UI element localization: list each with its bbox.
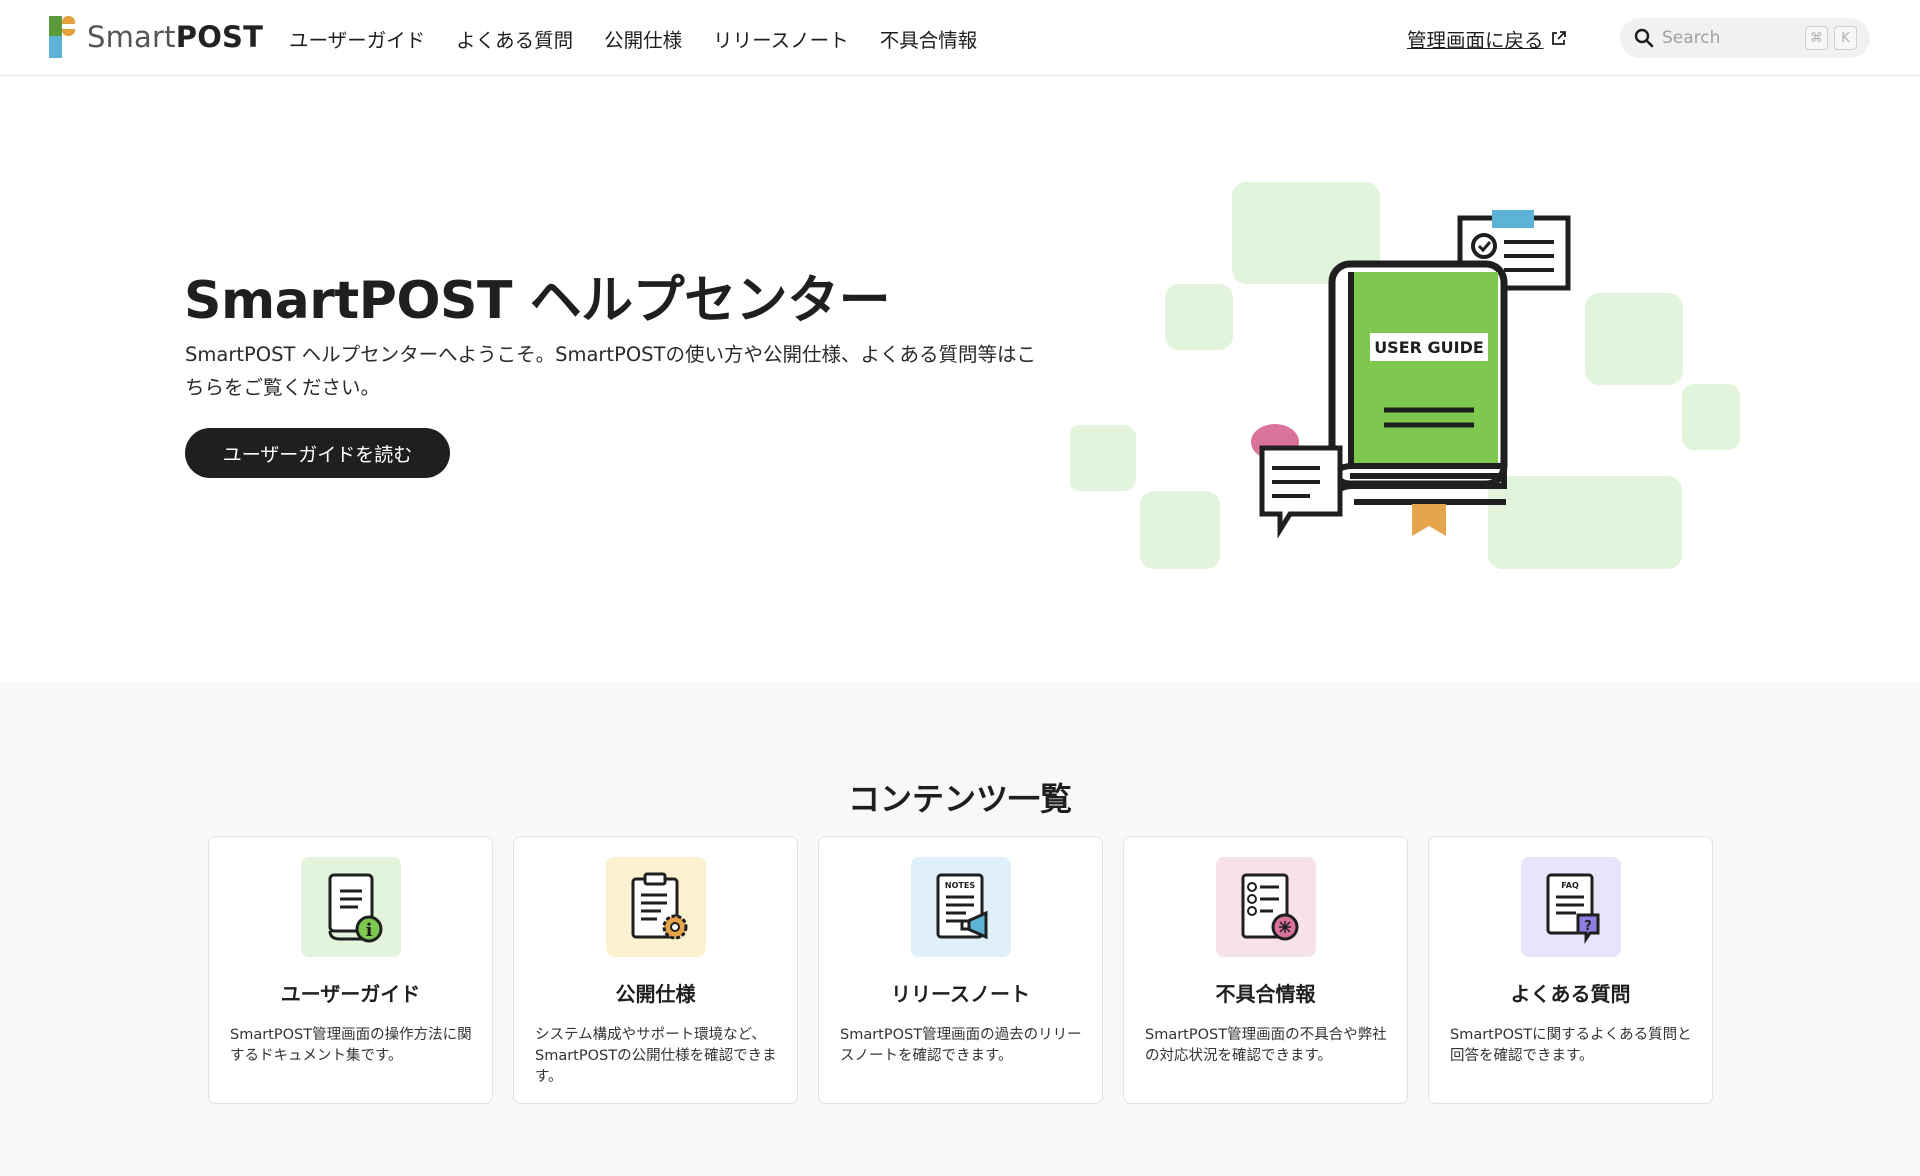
search-icon (1634, 28, 1654, 48)
card-description: SmartPOST管理画面の過去のリリースノートを確認できます。 (840, 1027, 1082, 1064)
svg-text:?: ? (1584, 919, 1592, 934)
smartpost-logo-icon (49, 16, 75, 58)
user-guide-book-icon: i (301, 857, 401, 957)
logo-text-light: Smart (87, 20, 176, 54)
card-title: 不具合情報 (1215, 982, 1316, 1006)
search-input[interactable] (1662, 28, 1792, 48)
nav-public-spec[interactable]: 公開仕様 (604, 24, 682, 53)
card-title: リリースノート (891, 982, 1030, 1006)
contents-title: コンテンツ一覧 (847, 780, 1072, 818)
svg-text:i: i (366, 920, 373, 941)
nav-known-issues[interactable]: 不具合情報 (880, 24, 978, 53)
search-box[interactable]: ⌘ K (1620, 18, 1870, 58)
svg-text:NOTES: NOTES (945, 881, 975, 890)
nav-release-notes[interactable]: リリースノート (713, 24, 849, 53)
back-to-admin-label: 管理画面に戻る (1407, 29, 1544, 52)
nav-user-guide[interactable]: ユーザーガイド (289, 24, 425, 53)
card-description: SmartPOST管理画面の操作方法に関するドキュメント集です。 (230, 1027, 472, 1064)
card-faq[interactable]: FAQ ? よくある質問 SmartPOSTに関するよくある質問と回答を確認でき… (1428, 836, 1713, 1104)
svg-text:FAQ: FAQ (1561, 881, 1579, 890)
read-user-guide-button[interactable]: ユーザーガイドを読む (185, 428, 450, 478)
card-known-issues[interactable]: 不具合情報 SmartPOST管理画面の不具合や弊社の対応状況を確認できます。 (1123, 836, 1408, 1104)
release-notes-megaphone-icon: NOTES (911, 857, 1011, 957)
shortcut-command-key: ⌘ (1805, 26, 1828, 50)
user-guide-book-illustration: USER GUIDE (1070, 182, 1740, 569)
card-title: ユーザーガイド (280, 982, 421, 1006)
back-to-admin-link[interactable]: 管理画面に戻る (1407, 24, 1567, 53)
contents-section: コンテンツ一覧 i ユーザーガイド SmartPOST管理画面の操作方法に関する… (0, 682, 1920, 1176)
card-description: SmartPOSTに関するよくある質問と回答を確認できます。 (1450, 1027, 1692, 1064)
faq-question-icon: FAQ ? (1521, 857, 1621, 957)
contents-card-list: i ユーザーガイド SmartPOST管理画面の操作方法に関するドキュメント集で… (208, 836, 1713, 1104)
external-link-icon (1551, 31, 1566, 45)
hero-title: SmartPOST ヘルプセンター (184, 271, 891, 331)
smartpost-logo[interactable]: SmartPOST (49, 16, 263, 58)
shortcut-k-key: K (1834, 26, 1857, 50)
card-title: よくある質問 (1510, 982, 1631, 1006)
logo-text-bold: POST (175, 20, 264, 54)
site-header: SmartPOST ユーザーガイド よくある質問 公開仕様 リリースノート 不具… (0, 0, 1920, 76)
hero-description: SmartPOST ヘルプセンターへようこそ。SmartPOSTの使い方や公開仕… (185, 343, 1036, 399)
card-description: システム構成やサポート環境など、SmartPOSTの公開仕様を確認できます。 (535, 1027, 777, 1085)
card-user-guide[interactable]: i ユーザーガイド SmartPOST管理画面の操作方法に関するドキュメント集で… (208, 836, 493, 1104)
bug-checklist-icon (1216, 857, 1316, 957)
card-public-spec[interactable]: 公開仕様 システム構成やサポート環境など、SmartPOSTの公開仕様を確認でき… (513, 836, 798, 1104)
nav-faq[interactable]: よくある質問 (456, 24, 573, 53)
spec-clipboard-gear-icon (606, 857, 706, 957)
card-title: 公開仕様 (615, 982, 696, 1006)
card-description: SmartPOST管理画面の不具合や弊社の対応状況を確認できます。 (1145, 1027, 1387, 1064)
main-nav: ユーザーガイド よくある質問 公開仕様 リリースノート 不具合情報 (289, 24, 977, 53)
card-release-notes[interactable]: NOTES リリースノート SmartPOST管理画面の過去のリリースノートを確… (818, 836, 1103, 1104)
illustration-label: USER GUIDE (1374, 338, 1484, 357)
